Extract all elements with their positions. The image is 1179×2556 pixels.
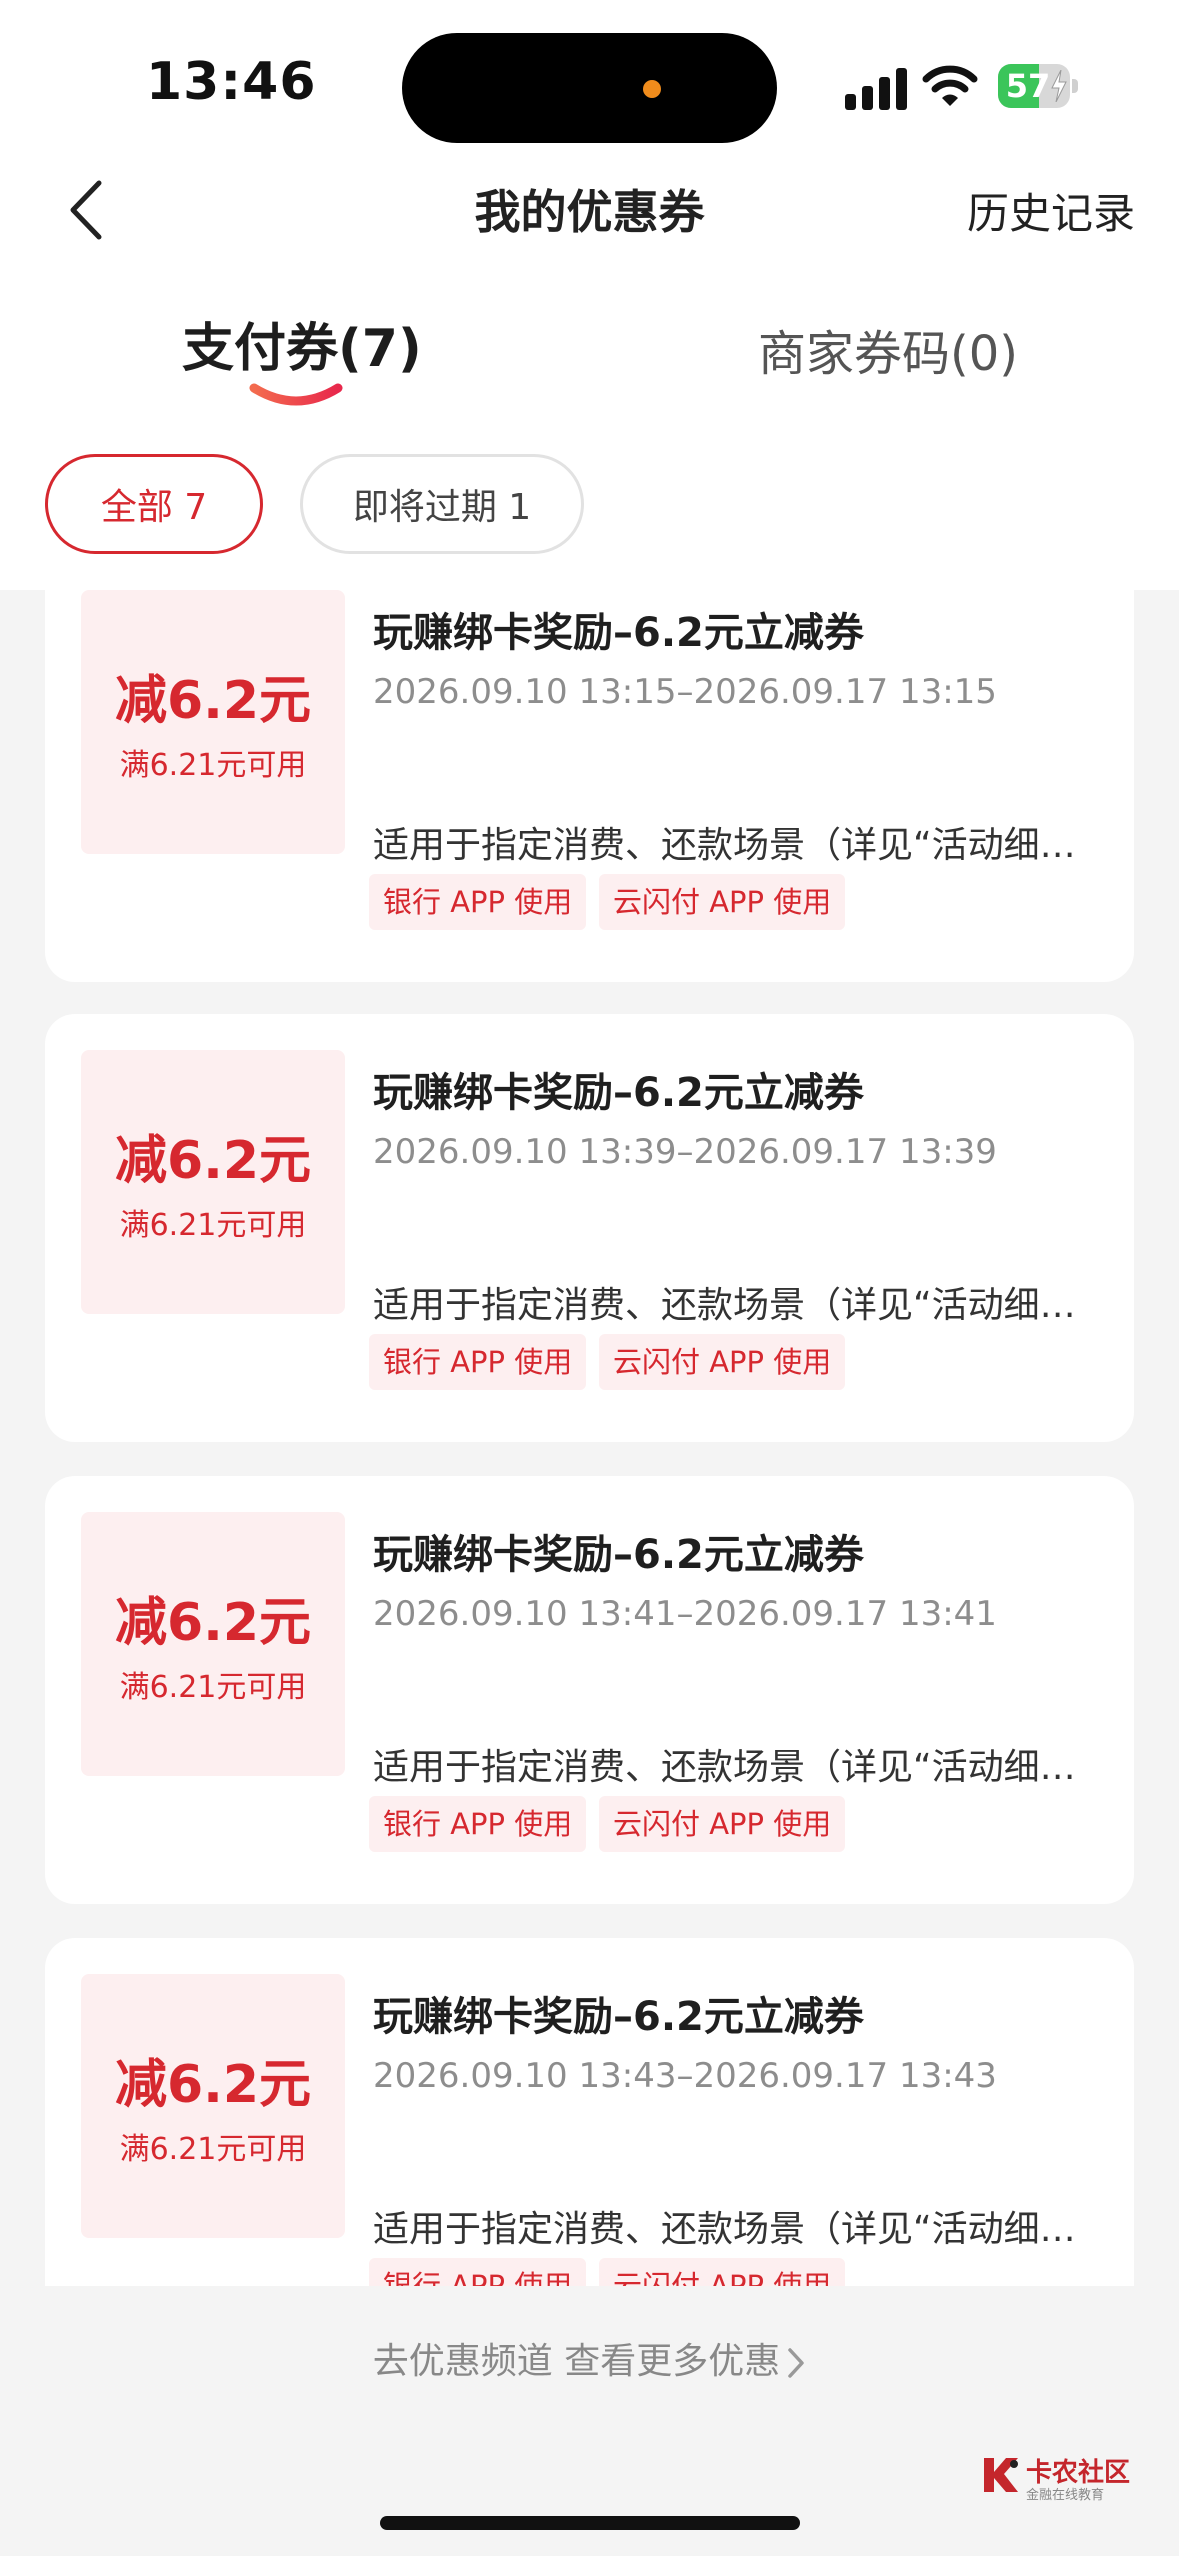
coupon-tabs: 支付券(7) 商家券码(0) xyxy=(0,270,1179,420)
coupon-amount: 减6.2元 xyxy=(114,1593,312,1653)
filter-expiring-chip[interactable]: 即将过期 1 xyxy=(300,454,584,554)
coupon-amount-panel: 减6.2元 满6.21元可用 xyxy=(81,1050,345,1314)
coupon-validity: 2026.09.10 13:15–2026.09.17 13:15 xyxy=(373,672,997,712)
coupon-title: 玩赚绑卡奖励–6.2元立减券 xyxy=(373,610,864,656)
coupon-validity: 2026.09.10 13:39–2026.09.17 13:39 xyxy=(373,1132,997,1172)
status-bar: 13:46 57 xyxy=(0,0,1179,150)
coupon-tag: 银行 APP 使用 xyxy=(369,1334,587,1390)
coupon-title: 玩赚绑卡奖励–6.2元立减券 xyxy=(373,1070,864,1116)
coupon-title: 玩赚绑卡奖励–6.2元立减券 xyxy=(373,1532,864,1578)
tab-payment-coupons[interactable]: 支付券(7) xyxy=(182,306,422,381)
coupon-amount-panel: 减6.2元 满6.21元可用 xyxy=(81,590,345,854)
coupon-description: 适用于指定消费、还款场景（详见“活动细… xyxy=(373,1747,1076,1788)
coupon-tag: 银行 APP 使用 xyxy=(369,1796,587,1852)
battery-indicator: 57 xyxy=(998,64,1078,108)
home-indicator[interactable] xyxy=(380,2516,800,2530)
chevron-right-icon xyxy=(788,2348,804,2378)
active-tab-indicator xyxy=(249,383,343,406)
coupon-condition: 满6.21元可用 xyxy=(119,1670,307,1705)
coupon-amount-panel: 减6.2元 满6.21元可用 xyxy=(81,1974,345,2238)
battery-cap xyxy=(1072,79,1078,93)
coupon-card[interactable]: 减6.2元 满6.21元可用 玩赚绑卡奖励–6.2元立减券 2026.09.10… xyxy=(45,1014,1134,1442)
wifi-icon xyxy=(922,65,978,106)
more-offers-link[interactable]: 去优惠频道 查看更多优惠 xyxy=(0,2332,1179,2384)
coupon-condition: 满6.21元可用 xyxy=(119,1208,307,1243)
coupon-validity: 2026.09.10 13:43–2026.09.17 13:43 xyxy=(373,2056,997,2096)
navigation-bar: 我的优惠券 历史记录 xyxy=(0,150,1179,270)
coupon-tag: 银行 APP 使用 xyxy=(369,2258,587,2286)
coupon-amount: 减6.2元 xyxy=(114,2055,312,2115)
coupon-title: 玩赚绑卡奖励–6.2元立减券 xyxy=(373,1994,864,2040)
battery-level: 57 xyxy=(1005,67,1051,105)
coupon-amount: 减6.2元 xyxy=(114,1131,312,1191)
coupon-amount-panel: 减6.2元 满6.21元可用 xyxy=(81,1512,345,1776)
watermark-tagline: 金融在线教育 xyxy=(1026,2488,1105,2503)
coupon-validity: 2026.09.10 13:41–2026.09.17 13:41 xyxy=(373,1594,997,1634)
privacy-indicator-dot xyxy=(643,80,661,98)
coupon-card[interactable]: 减6.2元 满6.21元可用 玩赚绑卡奖励–6.2元立减券 2026.09.10… xyxy=(45,590,1134,982)
coupon-amount: 减6.2元 xyxy=(114,671,312,731)
coupon-tag: 云闪付 APP 使用 xyxy=(599,1796,846,1852)
coupon-description: 适用于指定消费、还款场景（详见“活动细… xyxy=(373,2209,1076,2250)
watermark: 卡农社区 金融在线教育 xyxy=(980,2452,1130,2503)
dynamic-island xyxy=(402,33,777,143)
coupon-tag: 云闪付 APP 使用 xyxy=(599,874,846,930)
cellular-signal-icon xyxy=(845,66,907,110)
coupon-list[interactable]: 减6.2元 满6.21元可用 玩赚绑卡奖励–6.2元立减券 2026.09.10… xyxy=(0,590,1179,2286)
history-button[interactable]: 历史记录 xyxy=(967,180,1135,241)
filter-all-chip[interactable]: 全部 7 xyxy=(45,454,263,554)
coupon-card[interactable]: 减6.2元 满6.21元可用 玩赚绑卡奖励–6.2元立减券 2026.09.10… xyxy=(45,1938,1134,2286)
coupon-tag: 银行 APP 使用 xyxy=(369,874,587,930)
coupon-tag: 云闪付 APP 使用 xyxy=(599,1334,846,1390)
coupon-description: 适用于指定消费、还款场景（详见“活动细… xyxy=(373,1285,1076,1326)
more-offers-label: 去优惠频道 查看更多优惠 xyxy=(372,2341,781,2382)
filter-bar: 全部 7 即将过期 1 xyxy=(0,420,1179,590)
coupon-description: 适用于指定消费、还款场景（详见“活动细… xyxy=(373,825,1076,866)
coupon-condition: 满6.21元可用 xyxy=(119,748,307,783)
coupon-tag: 云闪付 APP 使用 xyxy=(599,2258,846,2286)
coupon-condition: 满6.21元可用 xyxy=(119,2132,307,2167)
charging-bolt-icon xyxy=(1051,70,1067,102)
kanong-logo-icon xyxy=(984,2458,1018,2492)
tab-merchant-codes[interactable]: 商家券码(0) xyxy=(758,314,1018,384)
status-time: 13:46 xyxy=(146,52,317,112)
coupon-card[interactable]: 减6.2元 满6.21元可用 玩赚绑卡奖励–6.2元立减券 2026.09.10… xyxy=(45,1476,1134,1904)
